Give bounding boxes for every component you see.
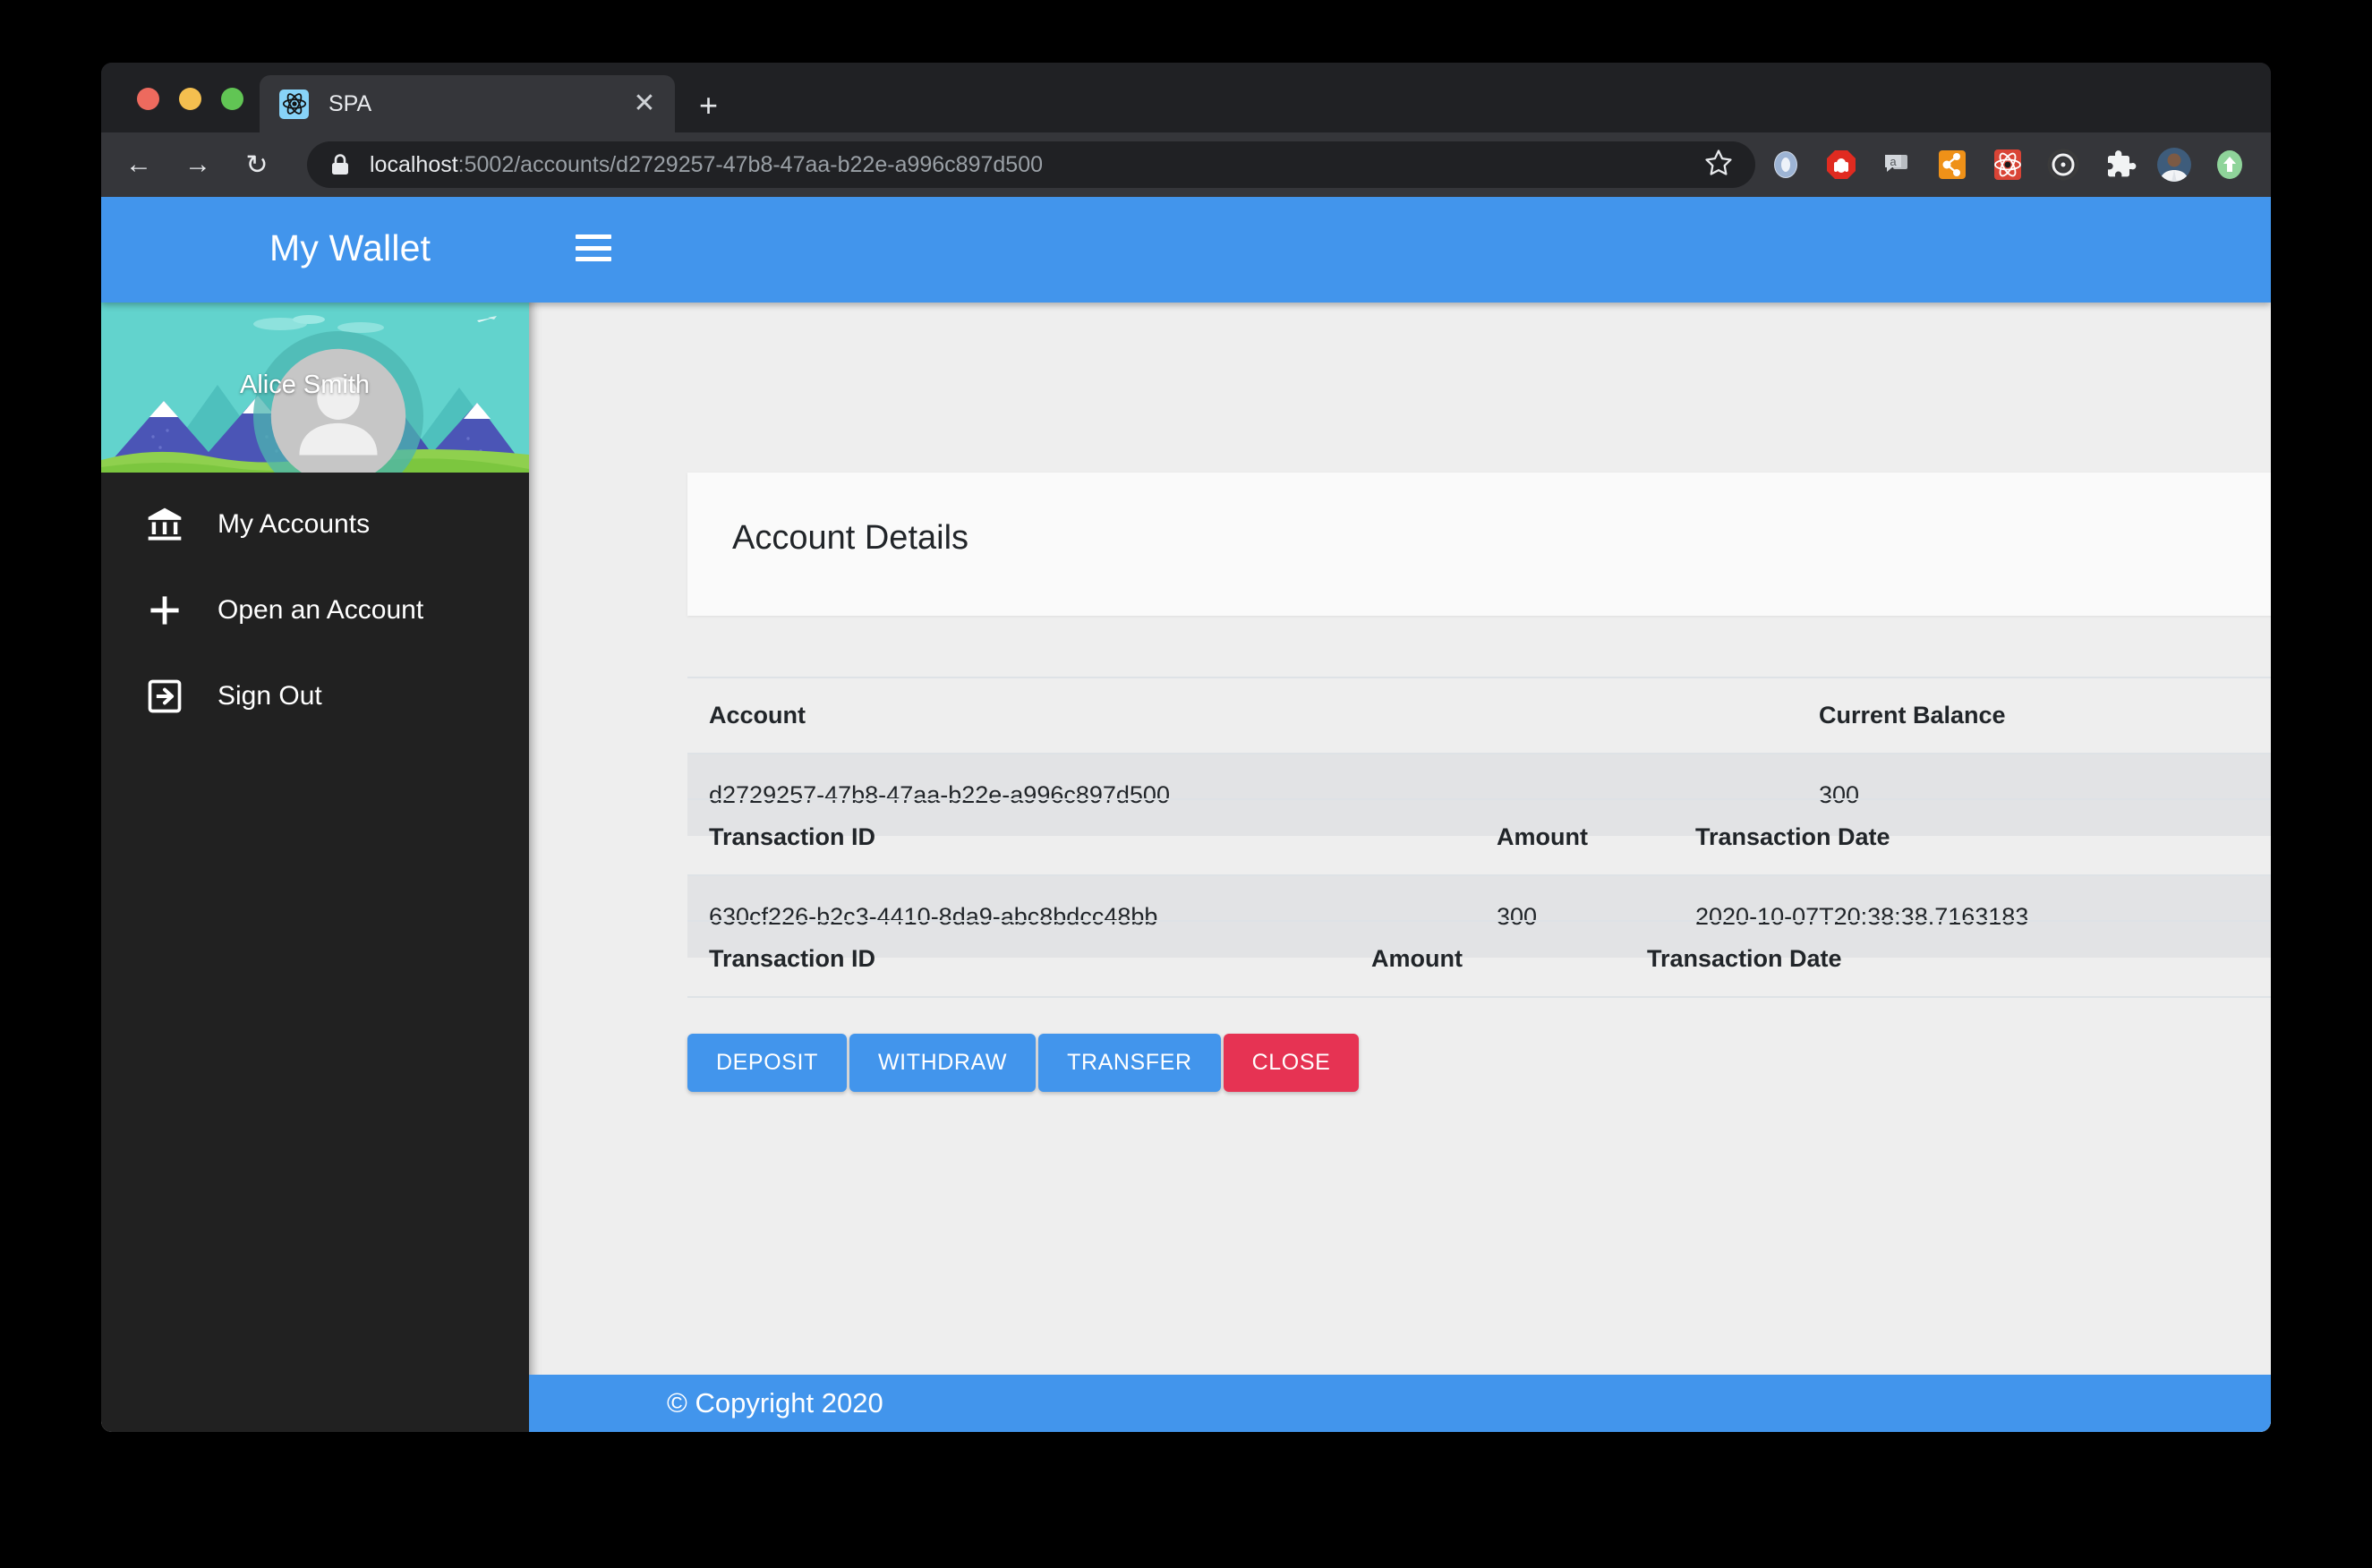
main-content: Account Details Account Current Balance …	[529, 303, 2271, 1432]
bank-icon	[137, 505, 192, 544]
close-button[interactable]: CLOSE	[1223, 1034, 1360, 1092]
page-title: Account Details	[732, 519, 969, 557]
column-header-amount: Amount	[1350, 920, 1625, 998]
green-upload-icon[interactable]	[2212, 147, 2248, 183]
column-header-amount: Amount	[1475, 798, 1674, 876]
plus-icon	[137, 591, 192, 630]
window-controls	[137, 88, 243, 110]
target-rings-icon[interactable]	[2045, 147, 2081, 183]
orange-share-icon[interactable]	[1934, 147, 1970, 183]
footer: © Copyright 2020	[529, 1375, 2271, 1432]
minimize-window-button[interactable]	[179, 88, 201, 110]
ring-extension-icon[interactable]	[1768, 147, 1804, 183]
transfer-button[interactable]: TRANSFER	[1038, 1034, 1221, 1092]
maximize-window-button[interactable]	[221, 88, 243, 110]
sidebar-item-label: My Accounts	[218, 509, 371, 539]
extensions-bar: a	[1768, 147, 2271, 183]
exit-to-app-icon	[137, 677, 192, 716]
star-icon[interactable]	[1703, 148, 1734, 183]
sidebar-item-my-accounts[interactable]: My Accounts	[101, 481, 529, 567]
reload-icon[interactable]: ↻	[237, 149, 277, 181]
grammar-comment-icon[interactable]: a	[1879, 147, 1915, 183]
column-header-account: Account	[687, 677, 1797, 754]
sidebar-nav: My Accounts Open an Account Sign Out	[101, 481, 529, 739]
url-text: localhost:5002/accounts/d2729257-47b8-47…	[370, 152, 1703, 178]
copyright-text: © Copyright 2020	[667, 1387, 883, 1419]
profile-header: Alice Smith	[101, 303, 529, 473]
column-header-transaction-id: Transaction ID	[687, 798, 1475, 876]
transactions-empty-table: Transaction ID Amount Transaction Date	[687, 920, 2271, 998]
account-details-card: Account Details	[687, 473, 2271, 616]
browser-window: SPA ✕ + ← → ↻ localhost:5002/accounts/d2…	[101, 63, 2271, 1432]
react-devtools-icon[interactable]	[1990, 147, 2026, 183]
new-tab-button[interactable]: +	[699, 89, 718, 122]
table-header-row: Account Current Balance	[687, 677, 2271, 754]
url-host: localhost	[370, 151, 458, 177]
avatar	[124, 331, 529, 473]
adblock-stop-hand-icon[interactable]	[1823, 147, 1859, 183]
sidebar-item-sign-out[interactable]: Sign Out	[101, 653, 529, 739]
withdraw-button[interactable]: WITHDRAW	[849, 1034, 1037, 1092]
column-header-transaction-date: Transaction Date	[1625, 920, 2271, 998]
hamburger-menu-icon[interactable]	[576, 234, 611, 261]
lock-icon	[330, 153, 350, 176]
column-header-transaction-id: Transaction ID	[687, 920, 1350, 998]
browser-tab[interactable]: SPA ✕	[260, 75, 675, 132]
forward-arrow-icon[interactable]: →	[178, 149, 218, 180]
profile-avatar-icon[interactable]	[2156, 147, 2192, 183]
puzzle-piece-icon[interactable]	[2101, 147, 2137, 183]
action-buttons: DEPOSIT WITHDRAW TRANSFER CLOSE	[687, 1034, 1360, 1092]
table-header-row: Transaction ID Amount Transaction Date	[687, 920, 2271, 998]
sidebar-item-open-an-account[interactable]: Open an Account	[101, 567, 529, 653]
table-header-row: Transaction ID Amount Transaction Date	[687, 798, 2271, 876]
svg-text:a: a	[1890, 155, 1897, 168]
back-arrow-icon[interactable]: ←	[119, 149, 158, 180]
sidebar: Alice Smith My Accounts Open an Account …	[101, 197, 529, 1432]
column-header-current-balance: Current Balance	[1797, 677, 2271, 754]
url-path: :5002/accounts/d2729257-47b8-47aa-b22e-a…	[457, 151, 1044, 177]
tab-strip: SPA ✕ +	[101, 63, 2271, 132]
column-header-transaction-date: Transaction Date	[1674, 798, 2271, 876]
app-bar: My Wallet	[101, 197, 2271, 303]
tab-title: SPA	[328, 90, 372, 116]
page-viewport: Alice Smith My Accounts Open an Account …	[101, 197, 2271, 1432]
sidebar-item-label: Sign Out	[218, 681, 322, 711]
browser-toolbar: ← → ↻ localhost:5002/accounts/d2729257-4…	[101, 132, 2271, 197]
react-logo-icon	[279, 89, 309, 119]
profile-name: Alice Smith	[240, 371, 371, 399]
deposit-button[interactable]: DEPOSIT	[687, 1034, 847, 1092]
address-bar[interactable]: localhost:5002/accounts/d2729257-47b8-47…	[307, 141, 1755, 188]
sidebar-item-label: Open an Account	[218, 595, 424, 625]
close-window-button[interactable]	[137, 88, 159, 110]
app-brand: My Wallet	[269, 227, 431, 268]
close-icon[interactable]: ✕	[628, 90, 661, 117]
